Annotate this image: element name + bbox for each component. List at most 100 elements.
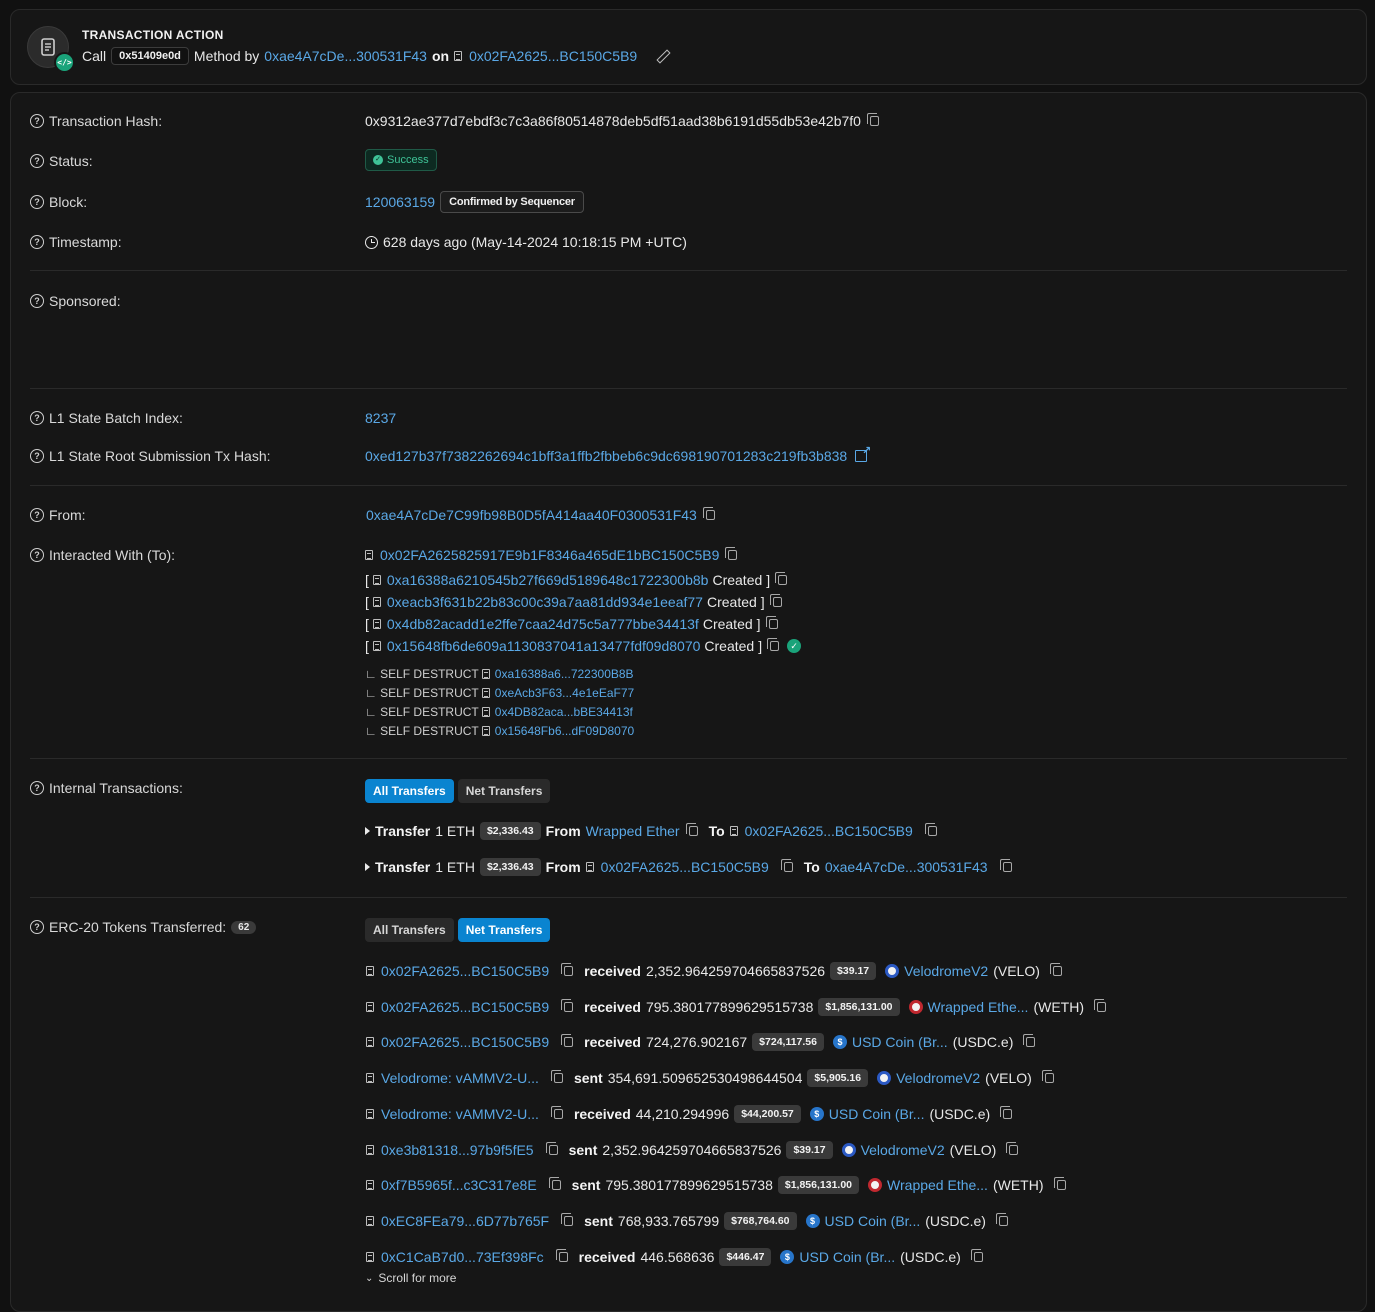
created-address-link[interactable]: 0x4db82acadd1e2ffe7caa24d75c5a777bbe3441… xyxy=(387,616,699,632)
tab-all-transfers[interactable]: All Transfers xyxy=(365,779,454,803)
erc20-address-link[interactable]: 0x02FA2625...BC150C5B9 xyxy=(381,1034,549,1050)
erc20-address-link[interactable]: 0x02FA2625...BC150C5B9 xyxy=(381,999,549,1015)
copy-icon[interactable] xyxy=(970,1249,983,1262)
bracket: ] xyxy=(766,572,771,588)
tab-net-transfers[interactable]: Net Transfers xyxy=(457,918,551,942)
to-address-link[interactable]: 0x02FA2625825917E9b1F8346a465dE1bBC150C5… xyxy=(380,547,719,563)
tab-net-transfers[interactable]: Net Transfers xyxy=(457,779,551,803)
copy-icon[interactable] xyxy=(725,547,738,560)
self-destruct-address-link[interactable]: 0xeAcb3F63...4e1eEaF77 xyxy=(495,686,634,700)
created-address-link[interactable]: 0xa16388a6210545b27f669d5189648c1722300b… xyxy=(387,572,709,588)
from-link[interactable]: 0x02FA2625...BC150C5B9 xyxy=(601,859,769,875)
erc20-amount: 354,691.509652530498644504 xyxy=(607,1070,803,1086)
copy-icon[interactable] xyxy=(775,572,788,585)
copy-icon[interactable] xyxy=(1053,1177,1066,1190)
copy-icon[interactable] xyxy=(702,507,715,520)
method-by-label: Method by xyxy=(193,48,260,64)
copy-icon[interactable] xyxy=(1006,1142,1019,1155)
help-icon[interactable]: ? xyxy=(30,508,44,522)
erc20-address-link[interactable]: 0xC1CaB7d0...73Ef398Fc xyxy=(381,1249,544,1265)
erc20-address-link[interactable]: 0xEC8FEa79...6D77b765F xyxy=(381,1213,549,1229)
copy-icon[interactable] xyxy=(561,963,574,976)
copy-icon[interactable] xyxy=(1023,1034,1036,1047)
token-name-link[interactable]: VelodromeV2 xyxy=(896,1070,980,1086)
to-link[interactable]: 0xae4A7cDe...300531F43 xyxy=(825,859,988,875)
on-address-link[interactable]: 0x02FA2625...BC150C5B9 xyxy=(469,48,637,64)
l1-root-link[interactable]: 0xed127b37f7382262694c1bff3a1ffb2fbbeb6c… xyxy=(365,448,847,464)
copy-icon[interactable] xyxy=(550,1106,563,1119)
scroll-for-more[interactable]: ⌄ Scroll for more xyxy=(365,1271,456,1285)
copy-icon[interactable] xyxy=(765,616,778,629)
copy-icon[interactable] xyxy=(555,1249,568,1262)
created-address-link[interactable]: 0x15648fb6de609a1130837041a13477fdf09d80… xyxy=(387,638,701,654)
l1-batch-link[interactable]: 8237 xyxy=(365,410,396,426)
token-name-link[interactable]: VelodromeV2 xyxy=(904,963,988,979)
copy-icon[interactable] xyxy=(767,638,780,651)
self-destruct-address-link[interactable]: 0xa16388a6...722300B8B xyxy=(495,667,634,681)
bracket: [ xyxy=(365,594,369,610)
copy-icon[interactable] xyxy=(999,859,1012,872)
self-destruct-address-link[interactable]: 0x4DB82aca...bBE34413f xyxy=(495,705,633,719)
token-name-link[interactable]: Wrapped Ethe... xyxy=(887,1177,988,1193)
copy-icon[interactable] xyxy=(545,1142,558,1155)
erc20-address-link[interactable]: Velodrome: vAMMV2-U... xyxy=(381,1106,539,1122)
help-icon[interactable]: ? xyxy=(30,154,44,168)
token-name-link[interactable]: Wrapped Ethe... xyxy=(928,999,1029,1015)
help-icon[interactable]: ? xyxy=(30,411,44,425)
help-icon[interactable]: ? xyxy=(30,114,44,128)
erc20-address-link[interactable]: 0xf7B5965f...c3C317e8E xyxy=(381,1177,537,1193)
erc20-amount: 724,276.902167 xyxy=(645,1034,748,1050)
help-icon[interactable]: ? xyxy=(30,449,44,463)
status-text: Success xyxy=(387,154,429,166)
copy-icon[interactable] xyxy=(995,1213,1008,1226)
copy-icon[interactable] xyxy=(780,859,793,872)
self-destruct-address-link[interactable]: 0x15648Fb6...dF09D8070 xyxy=(495,724,634,738)
help-icon[interactable]: ? xyxy=(30,781,44,795)
from-link[interactable]: Wrapped Ether xyxy=(586,823,680,839)
tab-all-transfers[interactable]: All Transfers xyxy=(365,918,454,942)
help-icon[interactable]: ? xyxy=(30,195,44,209)
help-icon[interactable]: ? xyxy=(30,920,44,934)
erc20-direction: received xyxy=(584,963,641,979)
erc20-address-link[interactable]: Velodrome: vAMMV2-U... xyxy=(381,1070,539,1086)
erc20-amount: 768,933.765799 xyxy=(617,1213,720,1229)
bracket: [ xyxy=(365,572,369,588)
caret-right-icon[interactable] xyxy=(365,827,370,835)
help-icon[interactable]: ? xyxy=(30,548,44,562)
copy-icon[interactable] xyxy=(548,1177,561,1190)
erc20-address-link[interactable]: 0x02FA2625...BC150C5B9 xyxy=(381,963,549,979)
help-icon[interactable]: ? xyxy=(30,235,44,249)
copy-icon[interactable] xyxy=(1049,963,1062,976)
usd-value-badge: $446.47 xyxy=(719,1248,772,1266)
copy-icon[interactable] xyxy=(1093,999,1106,1012)
action-title: TRANSACTION ACTION xyxy=(82,28,224,42)
copy-icon[interactable] xyxy=(1000,1106,1013,1119)
method-by-address-link[interactable]: 0xae4A7cDe...300531F43 xyxy=(264,48,427,64)
caret-right-icon[interactable] xyxy=(365,863,370,871)
copy-icon[interactable] xyxy=(866,113,879,126)
token-name-link[interactable]: USD Coin (Br... xyxy=(852,1034,948,1050)
copy-icon[interactable] xyxy=(685,823,698,836)
token-name-link[interactable]: USD Coin (Br... xyxy=(829,1106,925,1122)
token-name-link[interactable]: VelodromeV2 xyxy=(861,1142,945,1158)
copy-icon[interactable] xyxy=(561,1213,574,1226)
token-name-link[interactable]: USD Coin (Br... xyxy=(825,1213,921,1229)
token-name-link[interactable]: USD Coin (Br... xyxy=(799,1249,895,1265)
to-link[interactable]: 0x02FA2625...BC150C5B9 xyxy=(745,823,913,839)
block-number-link[interactable]: 120063159 xyxy=(365,194,435,210)
help-icon[interactable]: ? xyxy=(30,294,44,308)
copy-icon[interactable] xyxy=(1041,1070,1054,1083)
external-link-icon[interactable] xyxy=(855,444,871,462)
copy-icon[interactable] xyxy=(561,999,574,1012)
transfer-amount: 1 ETH xyxy=(435,823,475,839)
usdc-token-icon: $ xyxy=(805,1214,820,1228)
copy-icon[interactable] xyxy=(924,823,937,836)
copy-icon[interactable] xyxy=(561,1034,574,1047)
erc20-address-link[interactable]: 0xe3b81318...97b9f5fE5 xyxy=(381,1142,534,1158)
edit-icon[interactable] xyxy=(656,48,671,64)
created-address-link[interactable]: 0xeacb3f631b22b83c00c39a7aa81dd934e1eeaf… xyxy=(387,594,703,610)
from-address-link[interactable]: 0xae4A7cDe7C99fb98B0D5fA414aa40F0300531F… xyxy=(366,507,697,523)
status-badge: ✓ Success xyxy=(365,149,437,171)
copy-icon[interactable] xyxy=(550,1070,563,1083)
copy-icon[interactable] xyxy=(769,594,782,607)
